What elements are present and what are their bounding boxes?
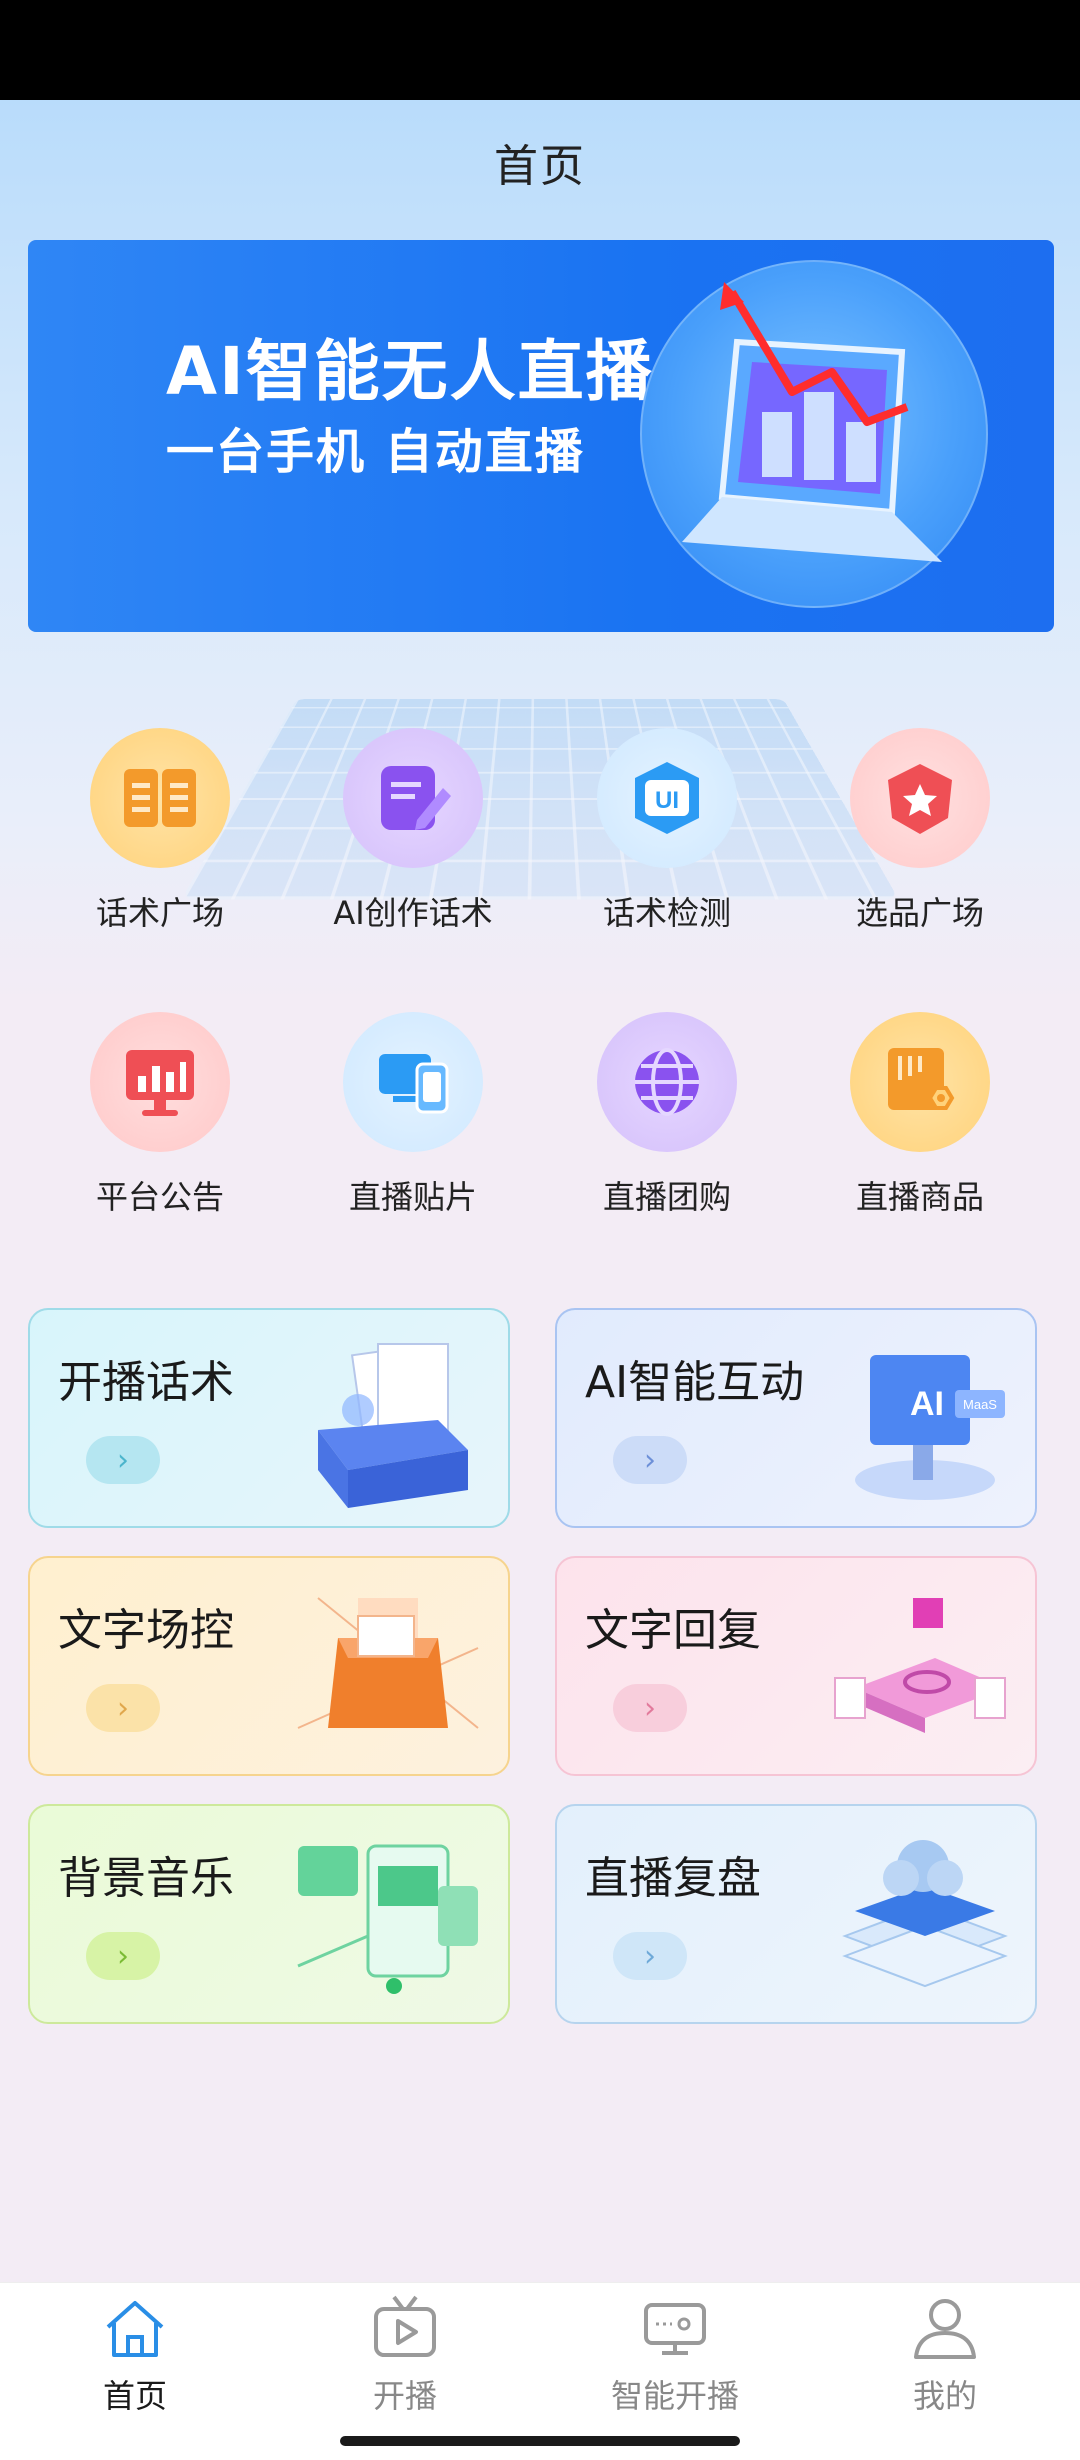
chevron-right-icon[interactable]: › <box>86 1684 160 1732</box>
card-title: 背景音乐 <box>58 1853 234 1904</box>
grid-item-zhibo-shangpin[interactable]: 直播商品 <box>810 1012 1030 1218</box>
nav-label: 开播 <box>372 2377 437 2415</box>
tv-play-icon <box>374 2295 436 2357</box>
card-wenzi-huifu[interactable]: 文字回复 › <box>555 1556 1037 1776</box>
nav-item-home[interactable]: 首页 <box>35 2293 235 2417</box>
status-bar <box>0 0 1080 100</box>
monitor-icon <box>644 2303 706 2355</box>
nav-label: 智能开播 <box>610 2377 739 2415</box>
grid-item-huashu-jiance[interactable]: UI 话术检测 <box>557 728 777 934</box>
card-title: 文字场控 <box>58 1605 234 1656</box>
star-shield-icon <box>850 728 990 868</box>
grid-item-ai-chuangzuo[interactable]: AI创作话术 <box>303 728 523 934</box>
edit-document-icon <box>343 728 483 868</box>
ai-screen-icon: AI MaaS <box>855 1355 1005 1500</box>
box-gear-icon <box>850 1012 990 1152</box>
nav-item-zhineng-kaibo[interactable]: 智能开播 <box>575 2293 775 2417</box>
cube-folder-icon <box>297 1597 479 1729</box>
user-icon <box>914 2299 976 2359</box>
card-title: 文字回复 <box>585 1605 761 1656</box>
grid-item-label: 直播团购 <box>602 1178 731 1216</box>
book-icon <box>90 728 230 868</box>
page-title: 首页 <box>494 141 586 192</box>
chart-monitor-icon <box>90 1012 230 1152</box>
chevron-right-icon[interactable]: › <box>613 1436 687 1484</box>
svg-text:AI: AI <box>910 1385 944 1423</box>
chevron-right-icon[interactable]: › <box>86 1436 160 1484</box>
grid-item-label: 直播贴片 <box>348 1178 477 1216</box>
chevron-right-icon[interactable]: › <box>86 1932 160 1980</box>
chevron-right-icon[interactable]: › <box>613 1932 687 1980</box>
nav-label: 我的 <box>912 2377 977 2415</box>
chevron-right-icon[interactable]: › <box>613 1684 687 1732</box>
home-icon <box>106 2301 164 2357</box>
card-title: 开播话术 <box>58 1357 234 1408</box>
devices-icon <box>343 1012 483 1152</box>
card-ai-zhineng-hudong[interactable]: AI智能互动 › AI MaaS <box>555 1308 1037 1528</box>
card-zhibo-fupan[interactable]: 直播复盘 › <box>555 1804 1037 2024</box>
laptop-chart-icon <box>640 260 988 608</box>
grid-item-zhibo-tiepian[interactable]: 直播贴片 <box>303 1012 523 1218</box>
grid-item-xuanpin-guangchang[interactable]: 选品广场 <box>810 728 1030 934</box>
document-box-icon <box>318 1343 468 1508</box>
grid-item-label: 话术广场 <box>95 894 224 932</box>
grid-item-huashu-guangchang[interactable]: 话术广场 <box>50 728 270 934</box>
grid-item-label: 话术检测 <box>602 894 731 932</box>
card-kaibo-huashu[interactable]: 开播话术 › <box>28 1308 510 1528</box>
banner-title: AI智能无人直播 <box>166 333 654 410</box>
card-title: 直播复盘 <box>585 1853 761 1904</box>
svg-text:UI: UI <box>655 787 679 814</box>
grid-item-label: 直播商品 <box>855 1178 984 1216</box>
cloud-server-icon <box>842 1840 1008 1988</box>
grid-item-zhibo-tuangou[interactable]: 直播团购 <box>557 1012 777 1218</box>
promo-banner[interactable]: AI智能无人直播 一台手机 自动直播 <box>28 240 1054 632</box>
banner-subtitle: 一台手机 自动直播 <box>166 424 585 480</box>
nav-item-wode[interactable]: 我的 <box>845 2293 1045 2417</box>
platform-icon <box>834 1598 1006 1733</box>
ui-badge-icon: UI <box>597 728 737 868</box>
grid-item-label: AI创作话术 <box>333 894 493 932</box>
grid-item-label: 选品广场 <box>855 894 984 932</box>
background-platform-illustration <box>181 699 899 900</box>
music-screens-icon <box>297 1844 478 1994</box>
grid-item-pingtai-gonggao[interactable]: 平台公告 <box>50 1012 270 1218</box>
card-title: AI智能互动 <box>585 1357 805 1408</box>
globe-icon <box>597 1012 737 1152</box>
nav-label: 首页 <box>102 2377 167 2415</box>
bottom-nav: 首页 开播 智能开播 我的 <box>0 2282 1080 2460</box>
grid-item-label: 平台公告 <box>95 1178 224 1216</box>
home-indicator <box>340 2436 740 2446</box>
card-beijing-yinyue[interactable]: 背景音乐 › <box>28 1804 510 2024</box>
card-wenzi-changkong[interactable]: 文字场控 › <box>28 1556 510 1776</box>
svg-text:MaaS: MaaS <box>963 1397 997 1412</box>
nav-item-kaibo[interactable]: 开播 <box>305 2293 505 2417</box>
